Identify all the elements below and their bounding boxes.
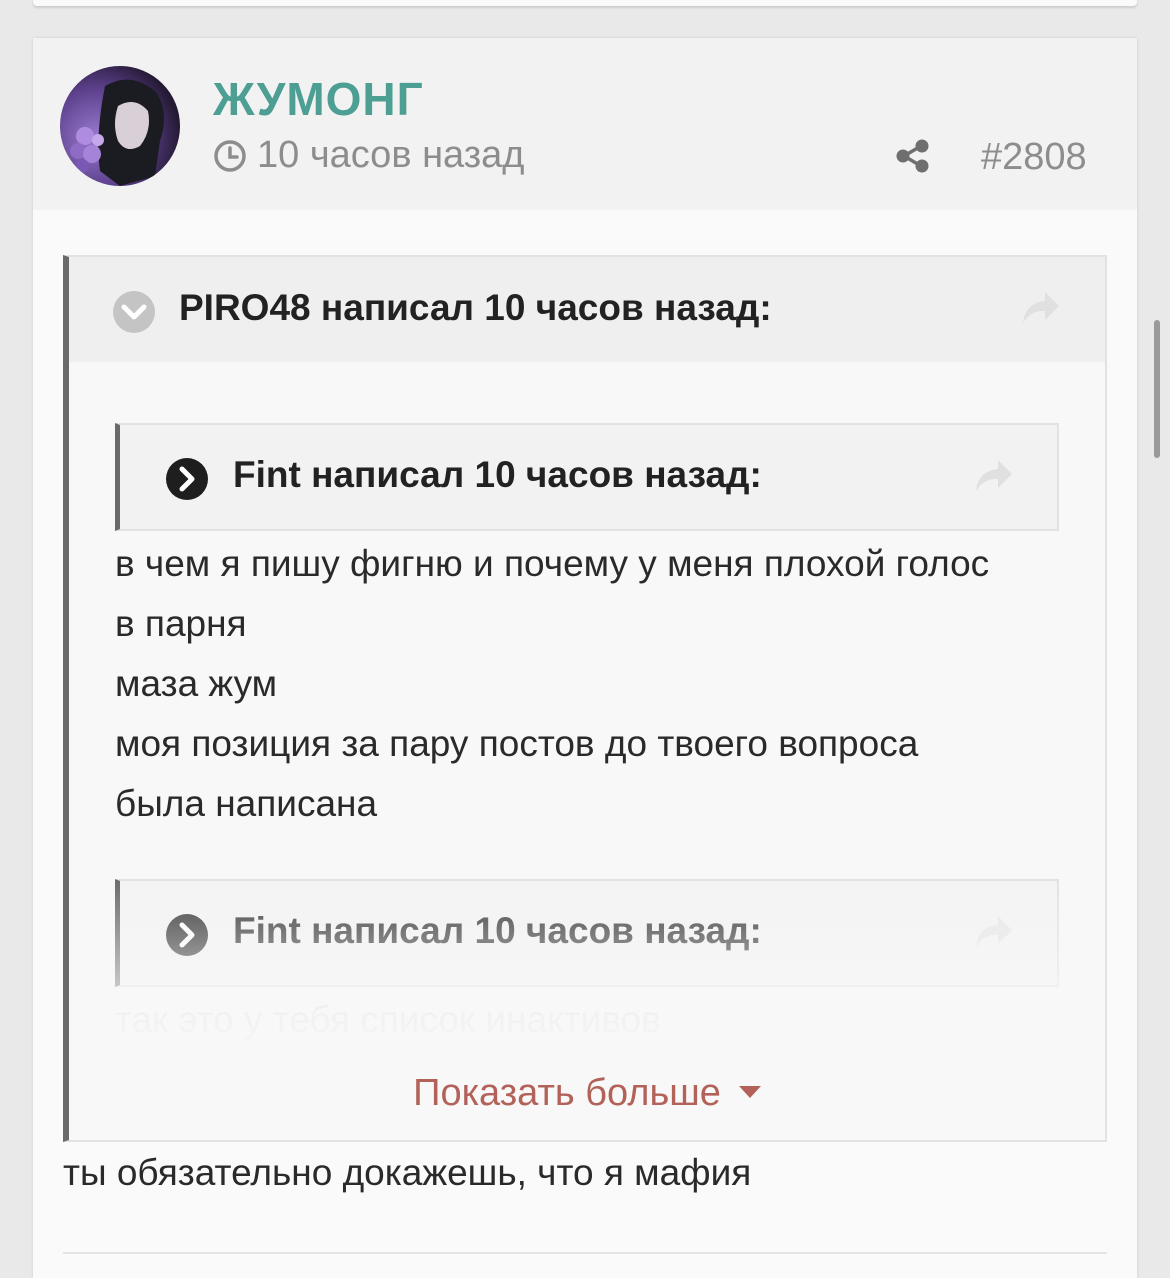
show-more-label: Показать больше: [413, 1072, 721, 1114]
reply-arrow-icon[interactable]: [972, 457, 1014, 493]
nested-quote-2-author: Fint написал 10 часов назад:: [233, 910, 762, 951]
post-body-text: ты обязательно докажешь, что я мафия: [63, 1152, 752, 1193]
nested-quote-1[interactable]: Fint написал 10 часов назад:: [115, 423, 1059, 531]
author-name[interactable]: ЖУМОНГ: [213, 72, 424, 126]
quote-line: в парня: [115, 603, 247, 644]
faded-quote-line: так это у тебя список инактивов: [115, 999, 661, 1040]
divider: [63, 1252, 1107, 1254]
avatar[interactable]: [60, 66, 180, 186]
quote-line: была написана: [115, 783, 378, 824]
nested-quote-1-author: Fint написал 10 часов назад:: [233, 454, 762, 495]
reply-arrow-icon[interactable]: [972, 913, 1014, 949]
quote-header[interactable]: PIRO48 написал 10 часов назад:: [69, 257, 1105, 362]
post-time: 10 часов назад: [213, 134, 524, 177]
quote-line: моя позиция за пару постов до твоего воп…: [115, 723, 919, 764]
scrollbar[interactable]: [1154, 320, 1160, 458]
post-time-text: 10 часов назад: [257, 134, 525, 176]
show-more-button[interactable]: Показать больше: [69, 1072, 1105, 1115]
chevron-right-icon[interactable]: [165, 913, 209, 957]
quote-line: маза жум: [115, 663, 278, 704]
share-icon[interactable]: [895, 138, 931, 174]
quote-line: в чем я пишу фигню и почему у меня плохо…: [115, 543, 990, 584]
previous-post-card: [33, 0, 1137, 6]
post-number-link[interactable]: #2808: [981, 136, 1087, 179]
quote-block: PIRO48 написал 10 часов назад: Fint напи…: [63, 255, 1107, 1142]
quote-author: PIRO48 написал 10 часов назад:: [179, 287, 772, 328]
reply-arrow-icon[interactable]: [1019, 289, 1061, 325]
chevron-down-icon[interactable]: [112, 290, 156, 334]
post-card: ЖУМОНГ 10 часов назад #2808 PIRO48 напис…: [33, 38, 1137, 1278]
clock-icon: [214, 139, 246, 172]
nested-quote-2[interactable]: Fint написал 10 часов назад:: [115, 879, 1059, 987]
chevron-right-icon[interactable]: [165, 457, 209, 501]
quote-text: в чем я пишу фигню и почему у меня плохо…: [115, 534, 989, 834]
post-header: ЖУМОНГ 10 часов назад #2808: [33, 38, 1137, 210]
caret-down-icon: [738, 1085, 761, 1098]
